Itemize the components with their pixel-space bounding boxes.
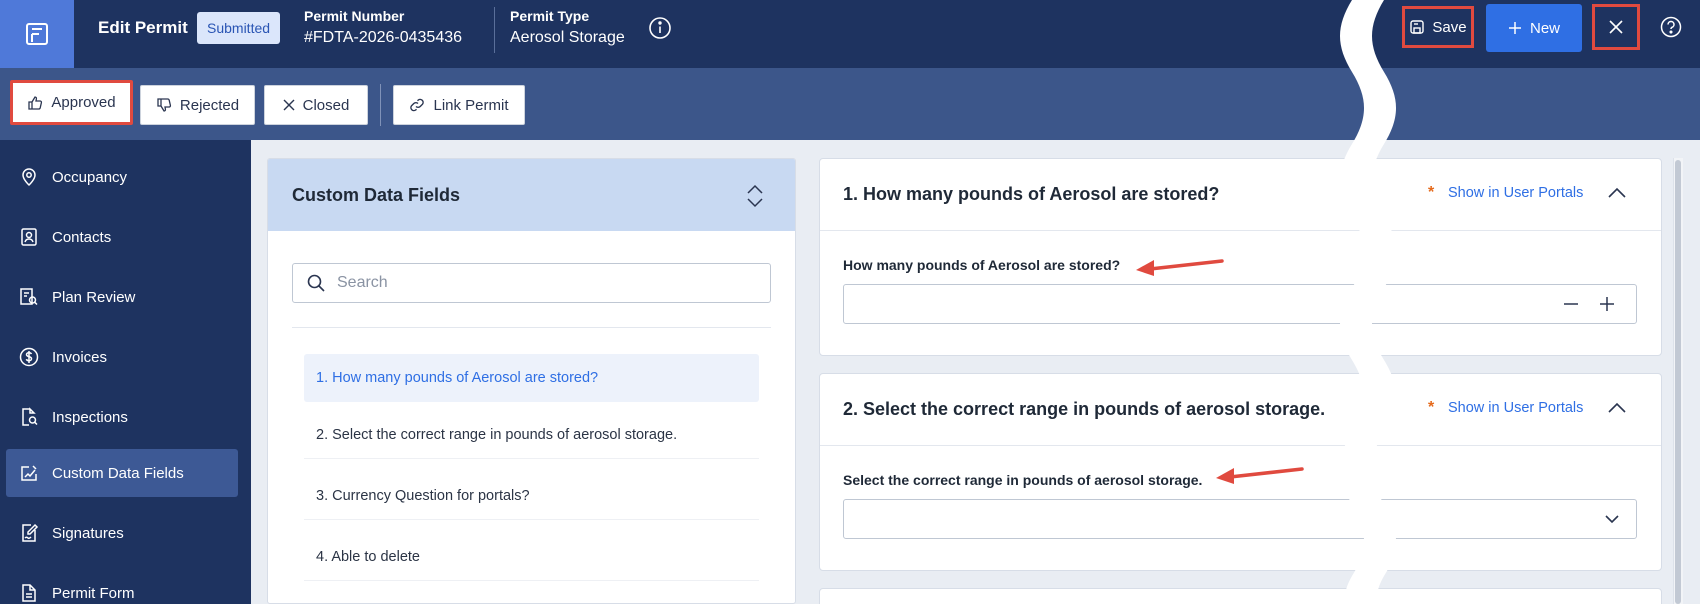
sidebar-item-label: Permit Form [52,584,135,602]
torn-edge-divider [1340,0,1396,604]
sidebar-item-invoices[interactable]: Invoices [6,333,238,381]
save-button[interactable]: Save [1402,6,1474,48]
sidebar-item-label: Plan Review [52,288,136,306]
panel-header: Custom Data Fields [268,159,795,231]
thumbs-up-icon [28,95,43,110]
plan-review-icon [20,288,38,306]
search-box [292,263,771,303]
sidebar-item-permit-form[interactable]: Permit Form [6,569,238,604]
sidebar-item-plan-review[interactable]: Plan Review [6,273,238,321]
permit-number-block: Permit Number #FDTA-2026-0435436 [304,7,462,49]
search-input[interactable] [337,274,757,292]
link-icon [410,98,425,112]
action-divider [380,84,381,126]
question-header: 1. How many pounds of Aerosol are stored… [820,159,1661,231]
rejected-label: Rejected [179,96,240,114]
x-icon [283,99,295,111]
sidebar-item-contacts[interactable]: Contacts [6,213,238,261]
question-card-3 [819,588,1662,604]
close-icon [1609,20,1623,34]
question-field-label: How many pounds of Aerosol are stored? [843,257,1121,273]
quantity-stepper[interactable] [843,284,1637,324]
logo-icon [26,23,48,45]
sidebar-item-label: Contacts [52,228,112,246]
minus-icon[interactable] [1562,295,1580,313]
status-badge: Submitted [197,12,281,44]
sidebar-item-inspections[interactable]: Inspections [6,393,238,441]
chevron-up-icon[interactable] [1607,186,1627,200]
chevron-up-icon[interactable] [1607,401,1627,415]
show-in-user-portals-link[interactable]: Show in User Portals [1448,400,1583,416]
link-permit-button[interactable]: Link Permit [393,85,525,125]
link-permit-label: Link Permit [433,96,509,114]
sidebar-item-label: Occupancy [52,168,128,186]
scrollbar-thumb[interactable] [1675,160,1681,604]
save-icon [1410,20,1425,34]
action-bar [0,68,1700,140]
sort-icon[interactable] [745,183,765,209]
close-button[interactable] [1592,4,1640,50]
new-label: New [1529,19,1560,37]
question-title: 1. How many pounds of Aerosol are stored… [843,184,1220,204]
page-title: Edit Permit [98,18,188,37]
question-header: 2. Select the correct range in pounds of… [820,374,1661,446]
permit-number-label: Permit Number [304,8,405,24]
field-list-item-4[interactable]: 4. Able to delete [304,533,759,581]
signature-icon [22,523,39,542]
question-card-1: 1. How many pounds of Aerosol are stored… [819,158,1662,356]
search-icon [307,274,325,292]
top-bar: Edit Permit Submitted Permit Number #FDT… [0,0,1700,68]
inspection-icon [22,407,38,426]
plus-icon [1508,22,1521,34]
app-logo[interactable] [0,0,74,68]
panel-title: Custom Data Fields [292,184,461,205]
sidebar-item-custom-data-fields[interactable]: Custom Data Fields [6,449,238,497]
sidebar-item-label: Invoices [52,348,108,366]
field-list-item-2[interactable]: 2. Select the correct range in pounds of… [304,411,759,459]
help-icon[interactable] [1660,16,1682,38]
sidebar-item-label: Signatures [52,524,124,542]
annotation-arrow [1136,259,1224,276]
header-divider [494,7,495,53]
sidebar-item-signatures[interactable]: Signatures [6,509,238,557]
info-icon[interactable] [648,16,672,40]
range-select[interactable] [843,499,1637,539]
location-pin-icon [22,168,36,187]
annotation-arrow [1216,467,1304,484]
sidebar-item-label: Custom Data Fields [52,464,184,482]
save-label: Save [1432,18,1467,36]
permit-type-block: Permit Type Aerosol Storage [510,7,625,49]
sidebar-item-occupancy[interactable]: Occupancy [6,153,238,201]
question-field-label: Select the correct range in pounds of ae… [843,472,1203,488]
closed-button[interactable]: Closed [264,85,368,125]
approved-button[interactable]: Approved [10,80,133,125]
new-button[interactable]: New [1486,4,1582,52]
custom-data-fields-panel: Custom Data Fields 1. How many pounds of… [267,158,796,604]
sidebar-item-label: Inspections [52,408,128,426]
dollar-icon [19,347,39,367]
closed-label: Closed [302,96,350,114]
question-title: 2. Select the correct range in pounds of… [843,399,1326,419]
show-in-user-portals-link[interactable]: Show in User Portals [1448,185,1583,201]
plus-icon[interactable] [1598,295,1616,313]
field-list-item-1[interactable]: 1. How many pounds of Aerosol are stored… [304,354,759,402]
thumbs-down-icon [157,98,171,112]
document-icon [22,584,36,602]
field-list-item-3[interactable]: 3. Currency Question for portals? [304,472,759,520]
required-marker: * [1428,184,1435,201]
permit-type-label: Permit Type [510,8,590,24]
approved-label: Approved [51,94,116,111]
panel-divider [292,327,771,328]
rejected-button[interactable]: Rejected [140,85,255,125]
required-marker: * [1428,399,1435,416]
chevron-down-icon [1605,515,1619,524]
contact-card-icon [21,228,37,246]
edit-chart-icon [21,465,37,481]
permit-type: Aerosol Storage [510,29,625,46]
permit-number: #FDTA-2026-0435436 [304,29,463,46]
sidebar: Occupancy Contacts Plan Review Invoices … [0,140,251,604]
